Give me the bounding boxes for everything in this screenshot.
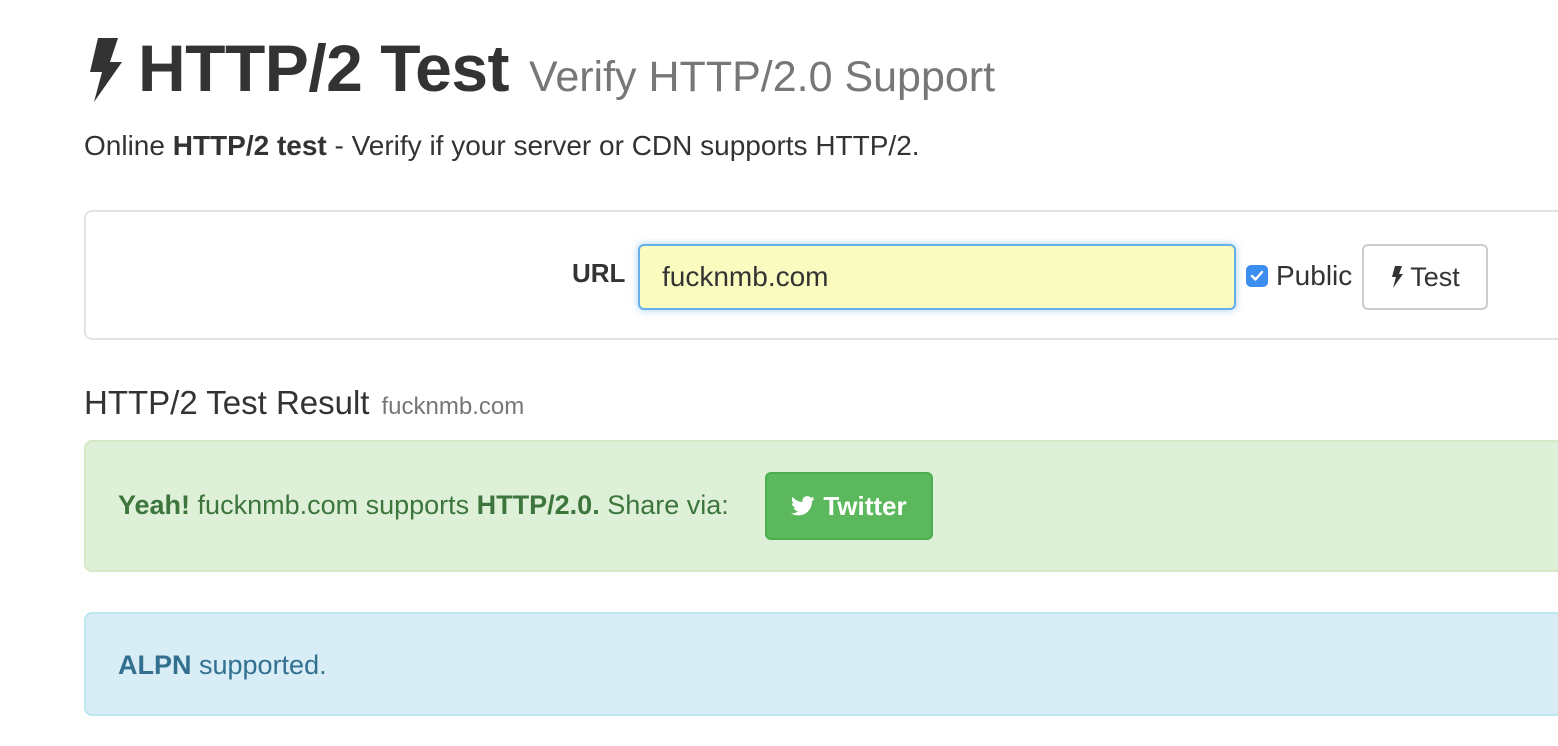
lead-text: Online HTTP/2 test - Verify if your serv…	[84, 130, 920, 162]
result-title: HTTP/2 Test Result	[84, 384, 370, 421]
result-domain: fucknmb.com	[381, 393, 525, 420]
lead-bold: HTTP/2 test	[172, 130, 327, 161]
twitter-share-button[interactable]: Twitter	[765, 472, 933, 540]
page-header: HTTP/2 Test Verify HTTP/2.0 Support	[84, 30, 995, 110]
url-label: URL	[572, 258, 626, 288]
result-heading: HTTP/2 Test Result fucknmb.com	[84, 384, 524, 422]
public-checkbox[interactable]	[1246, 265, 1268, 287]
twitter-bird-icon	[791, 496, 815, 516]
bolt-icon	[1392, 266, 1404, 288]
test-button-label: Test	[1410, 261, 1460, 292]
info-alert: ALPN supported.	[84, 612, 1558, 716]
lead-prefix: Online	[84, 130, 173, 161]
checkmark-icon	[1250, 270, 1264, 281]
public-label: Public	[1276, 260, 1353, 291]
page-title: HTTP/2 Test	[138, 31, 510, 105]
page-subtitle: Verify HTTP/2.0 Support	[529, 53, 996, 101]
test-button[interactable]: Test	[1362, 244, 1488, 310]
bolt-icon	[90, 38, 122, 102]
success-message: Yeah! fucknmb.com supports HTTP/2.0. Sha…	[118, 490, 729, 521]
twitter-button-label: Twitter	[823, 490, 907, 521]
url-input[interactable]	[638, 244, 1236, 310]
test-form-panel: URL Public Test	[84, 210, 1558, 340]
success-share-text: Share via:	[599, 490, 729, 520]
success-domain-text: fucknmb.com supports	[190, 490, 477, 520]
lead-suffix: - Verify if your server or CDN supports …	[326, 130, 920, 161]
success-yeah: Yeah!	[118, 490, 191, 520]
info-message: ALPN supported.	[118, 650, 327, 681]
success-protocol: HTTP/2.0.	[476, 490, 600, 520]
public-checkbox-group[interactable]: Public	[1246, 260, 1352, 292]
success-alert: Yeah! fucknmb.com supports HTTP/2.0. Sha…	[84, 440, 1558, 572]
info-text: supported.	[191, 650, 327, 680]
info-bold: ALPN	[118, 650, 192, 680]
page: HTTP/2 Test Verify HTTP/2.0 Support Onli…	[84, 0, 1558, 746]
